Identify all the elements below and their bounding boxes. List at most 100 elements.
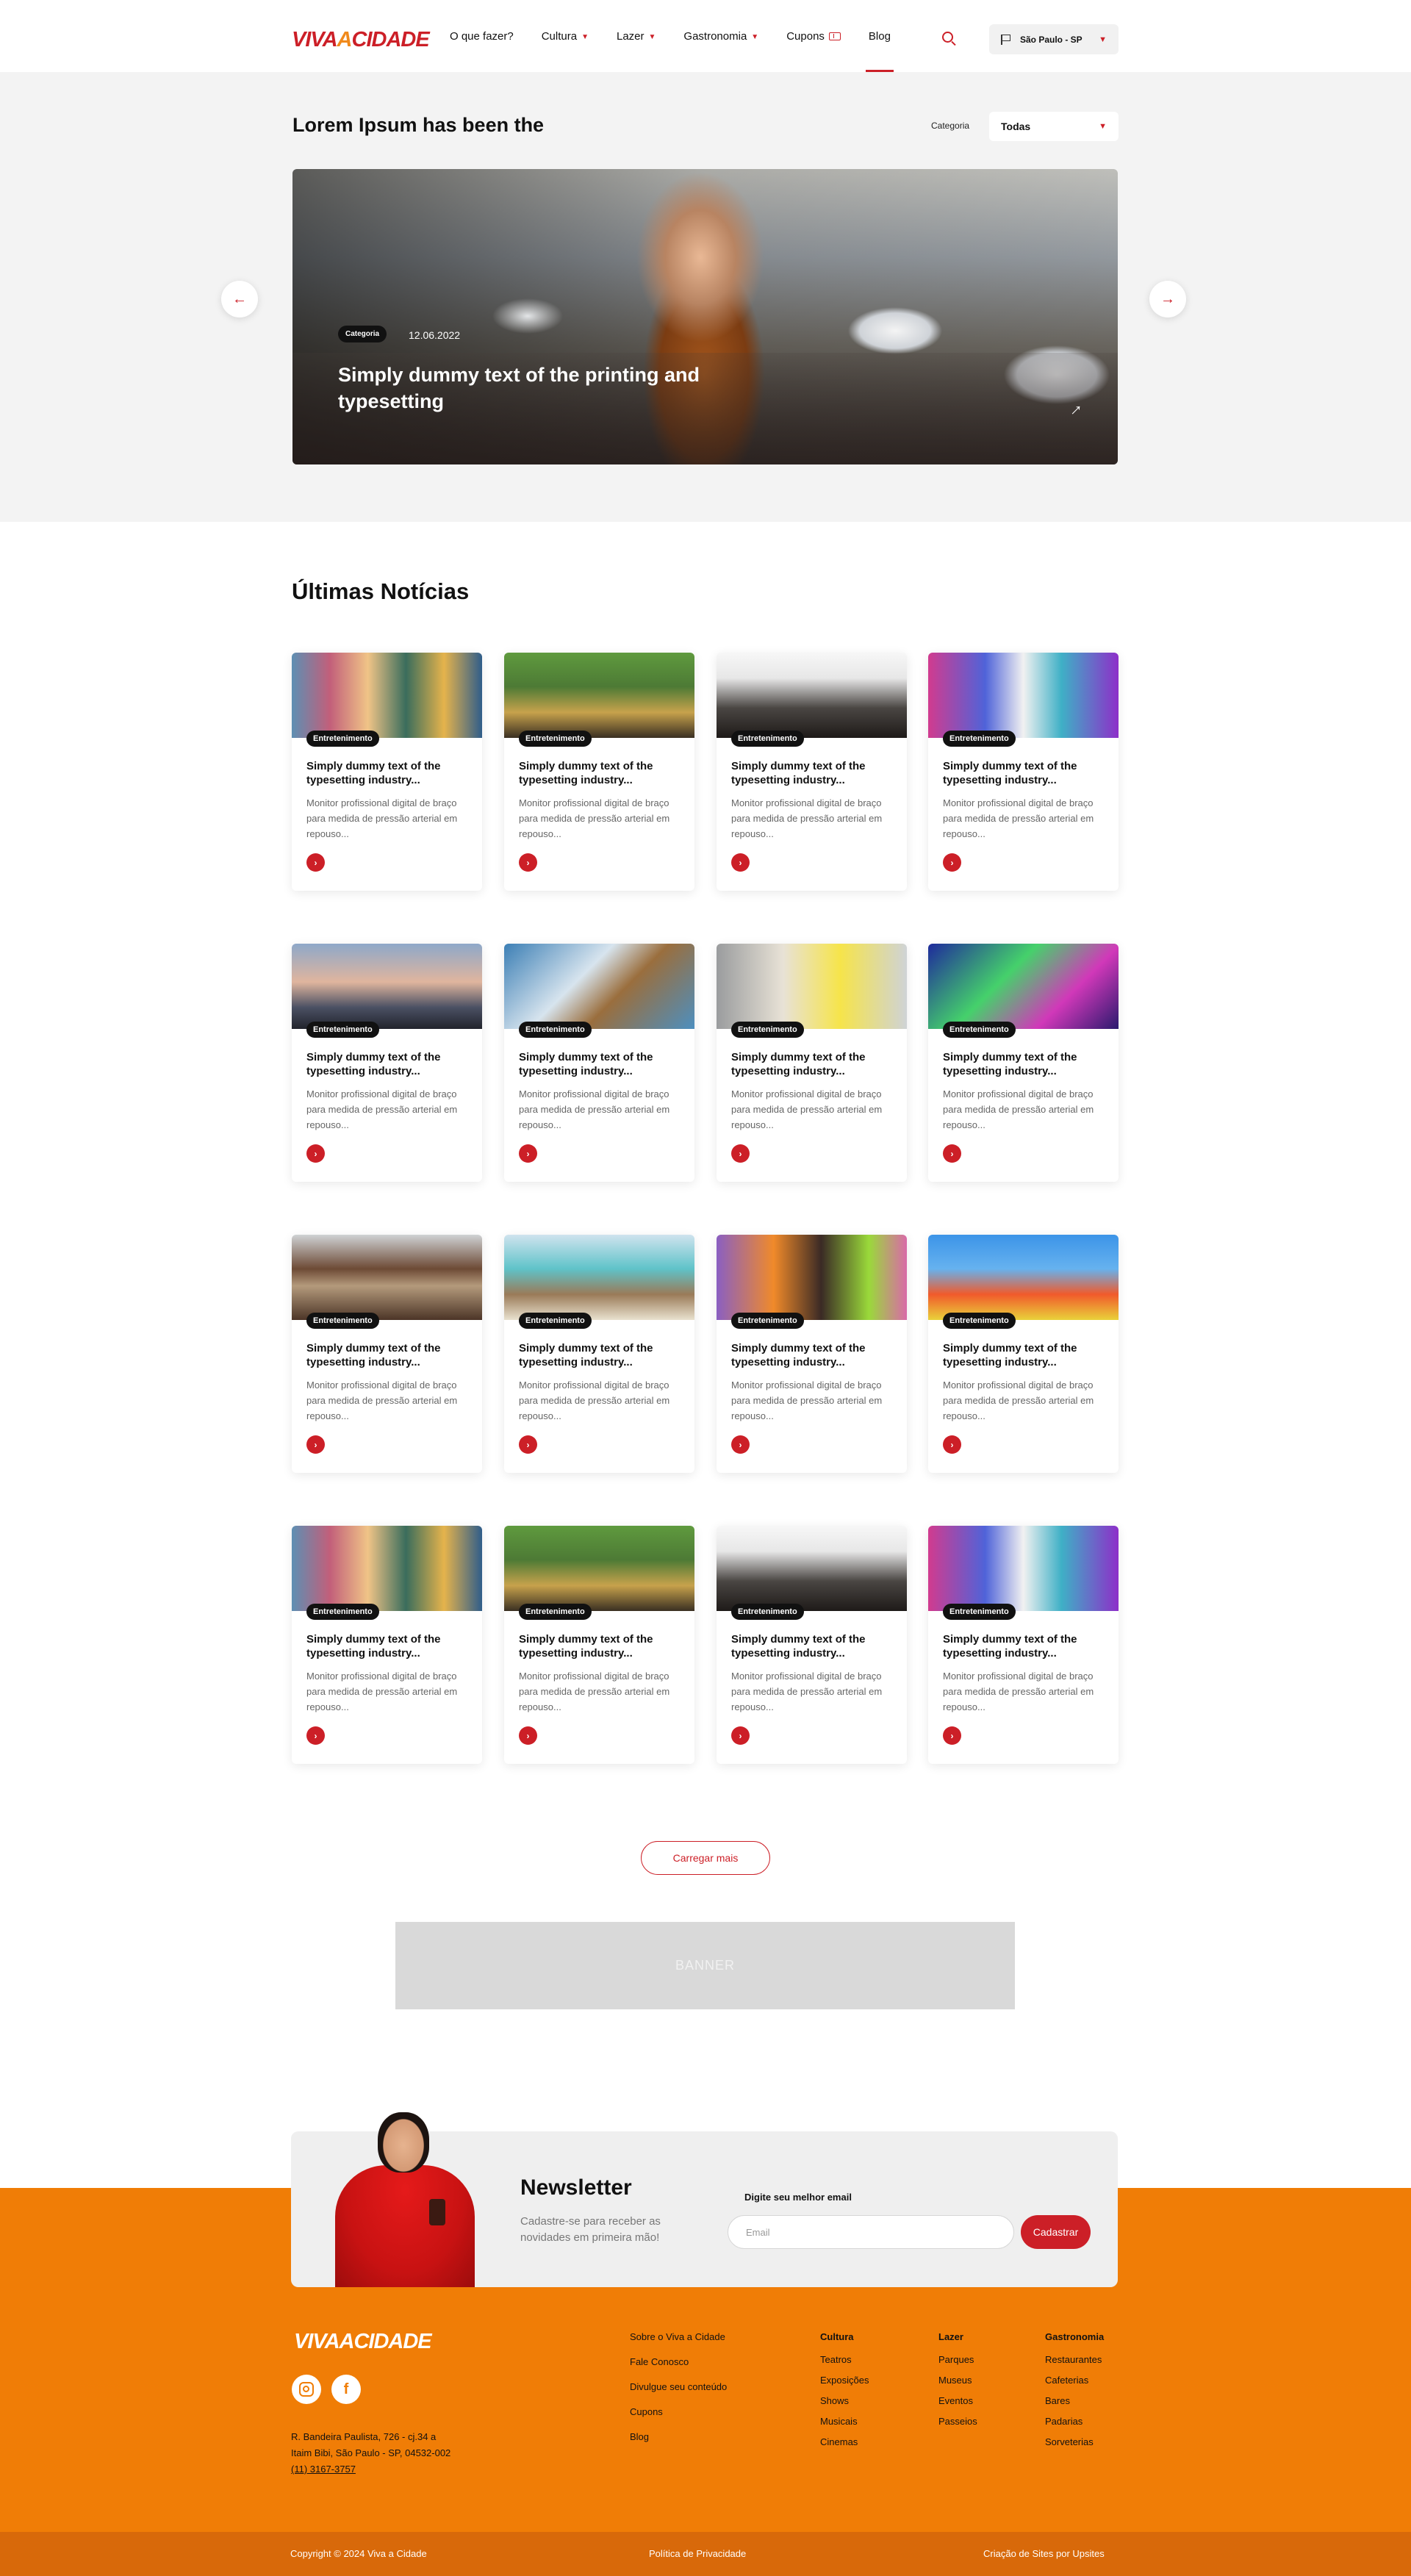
category-badge: Entretenimento bbox=[943, 731, 1016, 747]
carousel-prev-button[interactable]: ← bbox=[221, 281, 258, 317]
footer-link[interactable]: Parques bbox=[938, 2354, 977, 2375]
nav-label: Cupons bbox=[786, 29, 825, 43]
footer-link-blog[interactable]: Blog bbox=[630, 2431, 727, 2456]
nav-item-o-que-fazer[interactable]: O que fazer? bbox=[450, 0, 514, 72]
person-head bbox=[378, 2112, 429, 2173]
news-card-title: Simply dummy text of the typesetting ind… bbox=[943, 1051, 1077, 1077]
footer-link[interactable]: Bares bbox=[1045, 2395, 1104, 2416]
news-card[interactable]: Entretenimento Simply dummy text of the t… bbox=[504, 1526, 694, 1764]
news-card[interactable]: Entretenimento Simply dummy text of the t… bbox=[717, 1526, 907, 1764]
read-more-button[interactable]: › bbox=[943, 1435, 961, 1454]
carousel-next-button[interactable]: → bbox=[1149, 281, 1186, 317]
news-card-title: Simply dummy text of the typesetting ind… bbox=[731, 1633, 866, 1660]
read-more-button[interactable]: › bbox=[943, 1726, 961, 1745]
read-more-button[interactable]: › bbox=[731, 1144, 750, 1163]
newsletter-description: Cadastre-se para receber as novidades em… bbox=[520, 2215, 661, 2244]
news-card-image bbox=[717, 653, 907, 738]
nav-item-cupons[interactable]: Cupons bbox=[786, 0, 841, 72]
read-more-button[interactable]: › bbox=[306, 1435, 325, 1454]
news-card[interactable]: Entretenimento Simply dummy text of the t… bbox=[928, 1235, 1119, 1473]
read-more-button[interactable]: › bbox=[943, 1144, 961, 1163]
featured-post-card[interactable]: Categoria 12.06.2022 Simply dummy text o… bbox=[292, 169, 1118, 464]
featured-post-headline: Simply dummy text of the printing and ty… bbox=[338, 364, 700, 412]
news-card[interactable]: Entretenimento Simply dummy text of the t… bbox=[928, 944, 1119, 1182]
instagram-button[interactable] bbox=[292, 2375, 321, 2404]
news-card[interactable]: Entretenimento Simply dummy text of the t… bbox=[928, 653, 1119, 891]
footer-link-divulgue[interactable]: Divulgue seu conteúdo bbox=[630, 2381, 727, 2406]
ad-banner[interactable]: BANNER bbox=[395, 1922, 1015, 2009]
news-card[interactable]: Entretenimento Simply dummy text of the t… bbox=[504, 944, 694, 1182]
nav-item-lazer[interactable]: Lazer ▼ bbox=[617, 0, 656, 72]
city-select[interactable]: São Paulo - SP ▼ bbox=[989, 24, 1119, 54]
footer-link[interactable]: Eventos bbox=[938, 2395, 977, 2416]
footer-link[interactable]: Cafeterias bbox=[1045, 2375, 1104, 2395]
read-more-button[interactable]: › bbox=[731, 1726, 750, 1745]
news-card[interactable]: Entretenimento Simply dummy text of the t… bbox=[504, 653, 694, 891]
footer-link[interactable]: Shows bbox=[820, 2395, 869, 2416]
news-card-description: Monitor profissional digital de braço pa… bbox=[306, 797, 458, 839]
read-more-button[interactable]: › bbox=[731, 1435, 750, 1454]
footer-link[interactable]: Musicais bbox=[820, 2416, 869, 2436]
read-more-button[interactable]: › bbox=[731, 853, 750, 872]
facebook-button[interactable]: f bbox=[331, 2375, 361, 2404]
read-more-button[interactable]: › bbox=[306, 1144, 325, 1163]
footer-link[interactable]: Passeios bbox=[938, 2416, 977, 2436]
footer-link[interactable]: Museus bbox=[938, 2375, 977, 2395]
news-card[interactable]: Entretenimento Simply dummy text of the t… bbox=[292, 1235, 482, 1473]
news-card-title: Simply dummy text of the typesetting ind… bbox=[306, 1342, 441, 1368]
footer-column-heading: Cultura bbox=[820, 2331, 854, 2342]
news-card-title: Simply dummy text of the typesetting ind… bbox=[943, 1633, 1077, 1660]
load-more-button[interactable]: Carregar mais bbox=[641, 1841, 770, 1875]
news-card[interactable]: Entretenimento Simply dummy text of the t… bbox=[292, 1526, 482, 1764]
person-body bbox=[335, 2165, 475, 2287]
footer-link-cupons[interactable]: Cupons bbox=[630, 2406, 727, 2431]
footer-link[interactable]: Padarias bbox=[1045, 2416, 1104, 2436]
news-card[interactable]: Entretenimento Simply dummy text of the t… bbox=[717, 653, 907, 891]
subscribe-button[interactable]: Cadastrar bbox=[1021, 2215, 1091, 2249]
chevron-right-icon: › bbox=[314, 857, 317, 868]
footer-link[interactable]: Teatros bbox=[820, 2354, 869, 2375]
footer-link-sobre[interactable]: Sobre o Viva a Cidade bbox=[630, 2331, 727, 2356]
nav-item-blog[interactable]: Blog bbox=[865, 0, 894, 72]
phone-icon bbox=[429, 2199, 445, 2225]
email-label: Digite seu melhor email bbox=[744, 2192, 852, 2203]
news-card[interactable]: Entretenimento Simply dummy text of the t… bbox=[717, 944, 907, 1182]
news-card[interactable]: Entretenimento Simply dummy text of the t… bbox=[928, 1526, 1119, 1764]
chevron-right-icon: › bbox=[314, 1148, 317, 1159]
news-card[interactable]: Entretenimento Simply dummy text of the t… bbox=[292, 653, 482, 891]
read-more-button[interactable]: › bbox=[519, 853, 537, 872]
category-badge: Entretenimento bbox=[943, 1022, 1016, 1038]
category-badge: Entretenimento bbox=[943, 1313, 1016, 1329]
footer-link[interactable]: Sorveterias bbox=[1045, 2436, 1104, 2457]
news-card-image bbox=[504, 653, 694, 738]
news-card-image bbox=[717, 944, 907, 1029]
privacy-policy-link[interactable]: Política de Privacidade bbox=[649, 2548, 746, 2559]
nav-label: Cultura bbox=[541, 29, 578, 43]
news-card-description: Monitor profissional digital de braço pa… bbox=[731, 1380, 883, 1421]
read-more-button[interactable]: › bbox=[943, 853, 961, 872]
news-card[interactable]: Entretenimento Simply dummy text of the t… bbox=[717, 1235, 907, 1473]
footer-logo[interactable]: VIVAACIDADE bbox=[294, 2330, 432, 2354]
news-card-description: Monitor profissional digital de braço pa… bbox=[306, 1671, 458, 1712]
email-field[interactable]: Email bbox=[728, 2215, 1014, 2249]
site-logo[interactable]: VIVAACIDADE bbox=[292, 28, 430, 52]
nav-item-gastronomia[interactable]: Gastronomia ▼ bbox=[683, 0, 758, 72]
category-filter-select[interactable]: Todas ▼ bbox=[989, 112, 1119, 141]
nav-item-cultura[interactable]: Cultura ▼ bbox=[542, 0, 589, 72]
news-card-title: Simply dummy text of the typesetting ind… bbox=[519, 1633, 653, 1660]
footer-link[interactable]: Restaurantes bbox=[1045, 2354, 1104, 2375]
news-card[interactable]: Entretenimento Simply dummy text of the t… bbox=[504, 1235, 694, 1473]
phone-link[interactable]: (11) 3167-3757 bbox=[291, 2461, 511, 2478]
credit-link[interactable]: Criação de Sites por Upsites bbox=[983, 2548, 1105, 2559]
read-more-button[interactable]: › bbox=[306, 1726, 325, 1745]
chevron-right-icon: › bbox=[739, 1439, 742, 1450]
read-more-button[interactable]: › bbox=[519, 1435, 537, 1454]
read-more-button[interactable]: › bbox=[519, 1144, 537, 1163]
read-more-button[interactable]: › bbox=[519, 1726, 537, 1745]
read-more-button[interactable]: › bbox=[306, 853, 325, 872]
search-icon[interactable] bbox=[942, 32, 953, 43]
footer-link[interactable]: Exposições bbox=[820, 2375, 869, 2395]
footer-link-fale-conosco[interactable]: Fale Conosco bbox=[630, 2356, 727, 2381]
news-card[interactable]: Entretenimento Simply dummy text of the t… bbox=[292, 944, 482, 1182]
footer-link[interactable]: Cinemas bbox=[820, 2436, 869, 2457]
